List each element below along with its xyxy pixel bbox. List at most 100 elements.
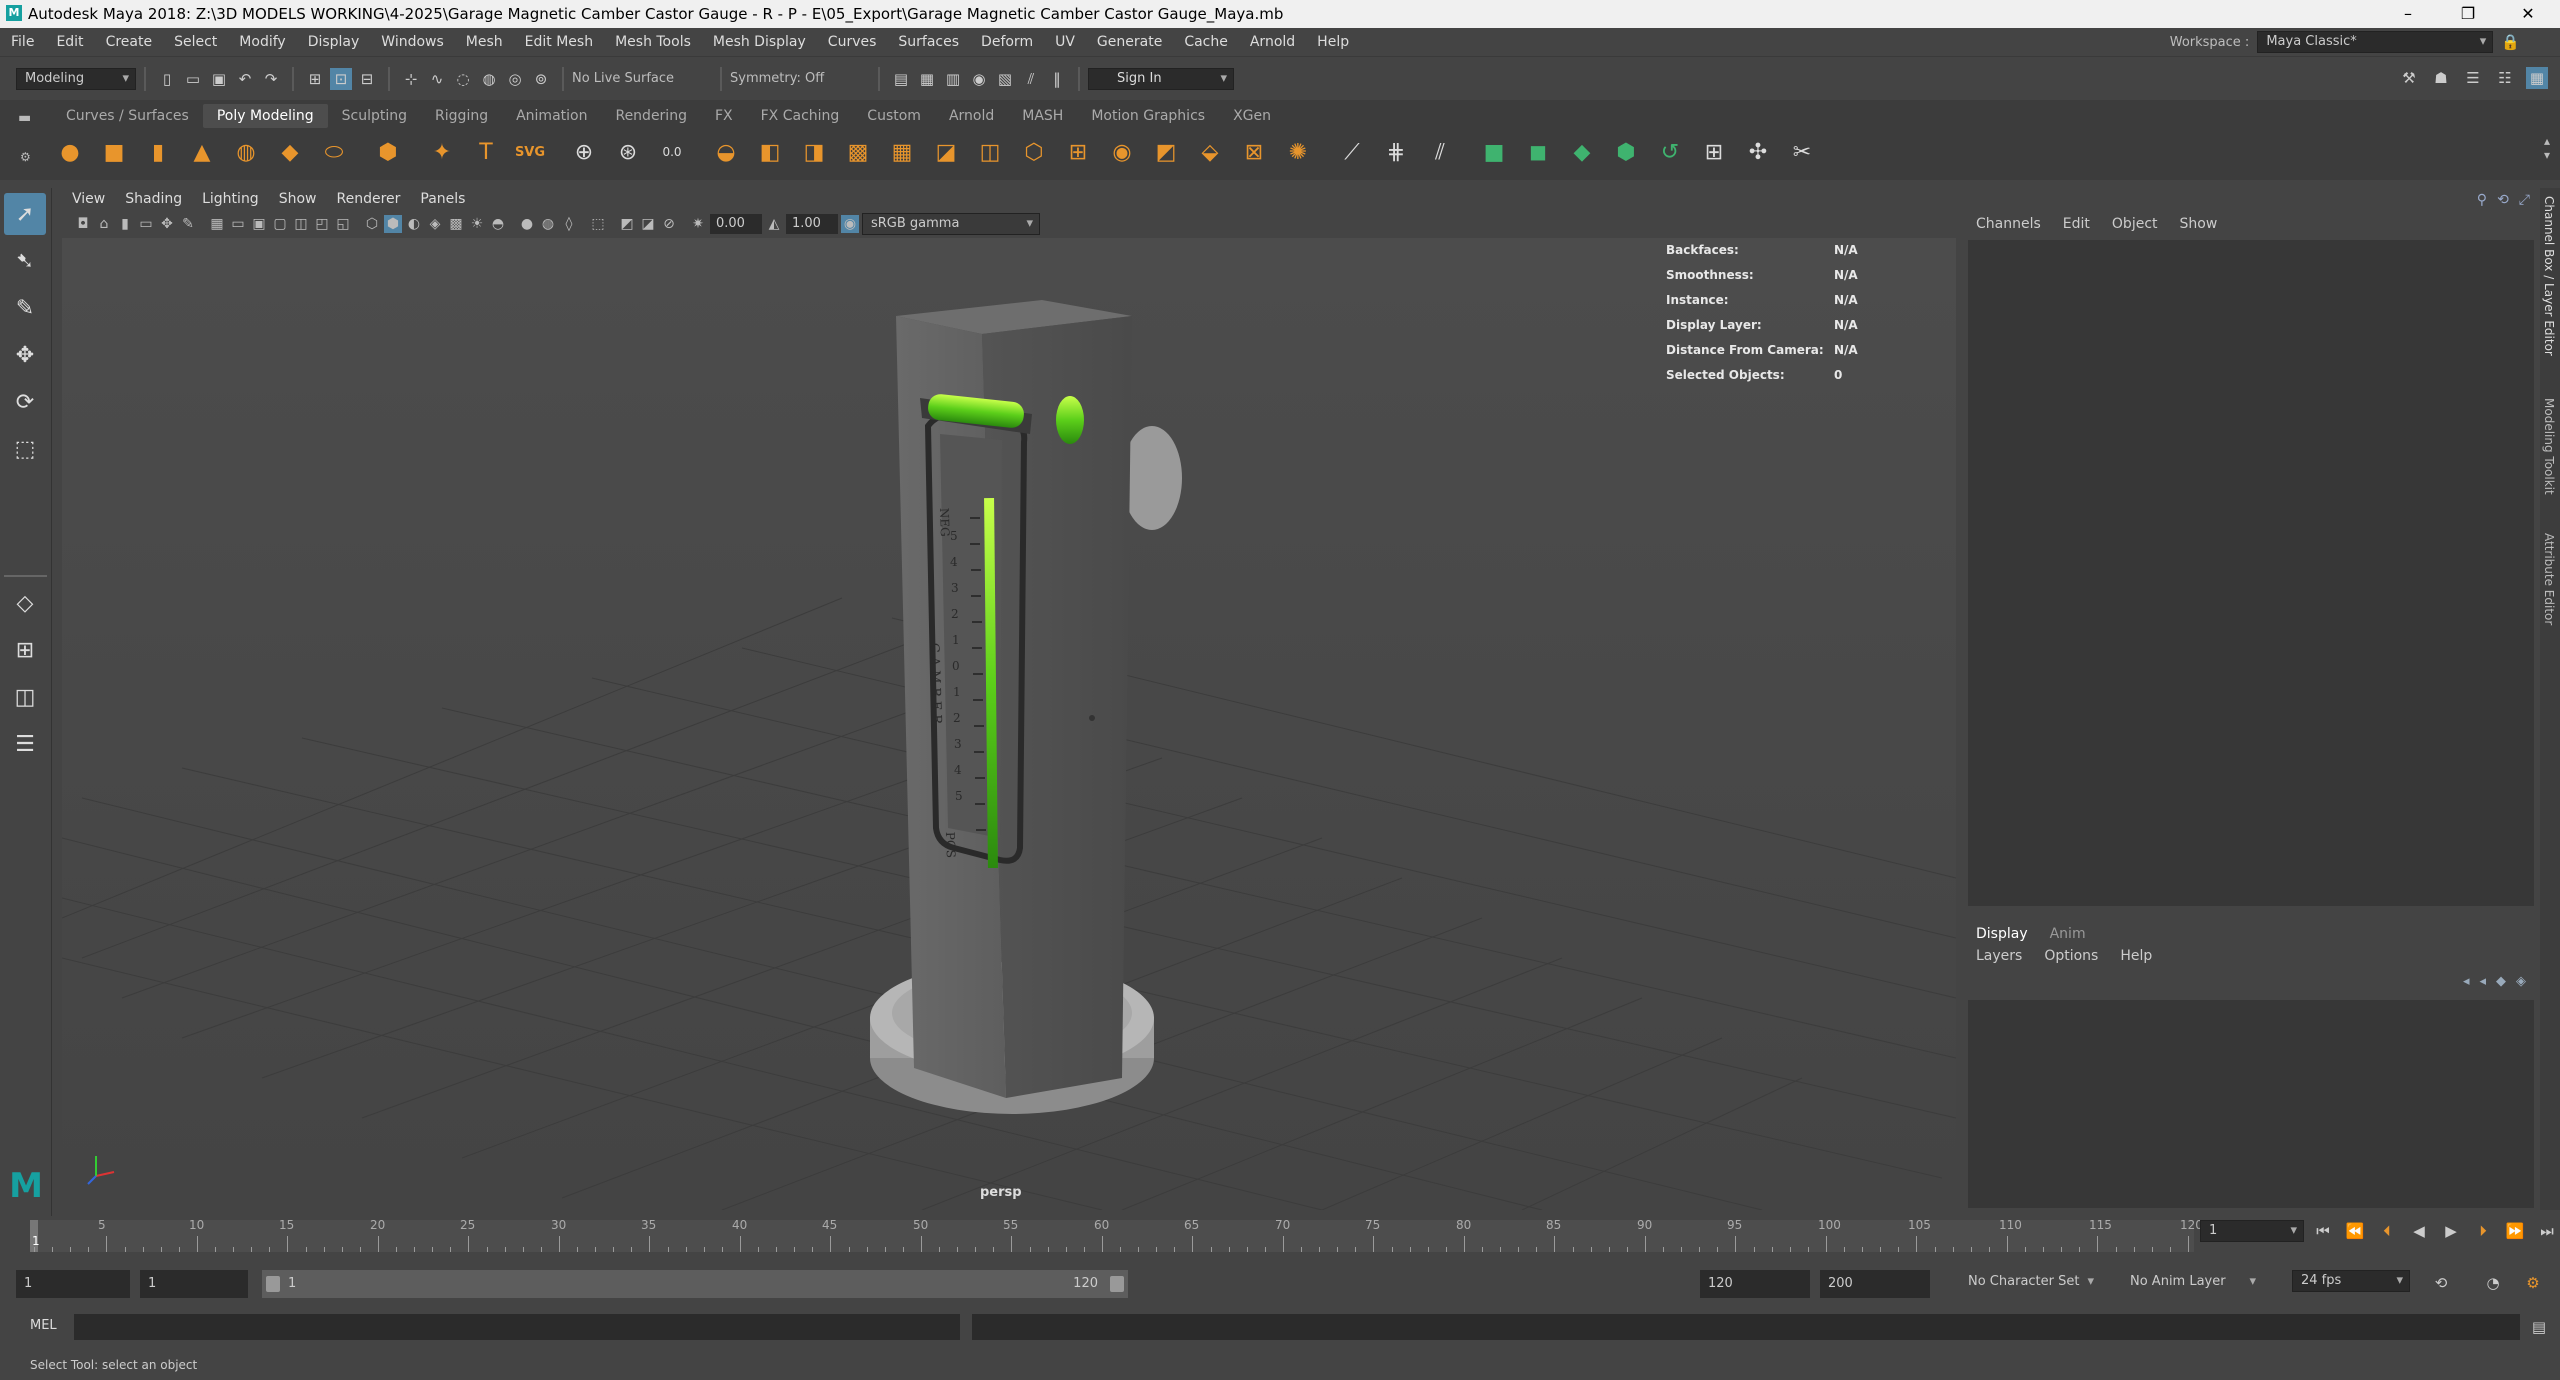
playback-start-field[interactable]: 1 — [140, 1270, 248, 1298]
menu-deform[interactable]: Deform — [970, 28, 1044, 56]
layer-tab-display[interactable]: Display — [1976, 926, 2028, 942]
step-forward-frame-icon[interactable]: ⏵ — [2472, 1220, 2494, 1242]
script-editor-icon[interactable]: ▤ — [2528, 1316, 2550, 1338]
step-forward-key-icon[interactable]: ⏩ — [2504, 1220, 2526, 1242]
move-layer-down-icon[interactable]: ◂ — [2479, 974, 2486, 989]
platonic-solid-icon[interactable]: ⬢ — [370, 134, 406, 170]
poly-disc-icon[interactable]: ⬭ — [316, 134, 352, 170]
rotate-tool-icon[interactable]: ⟳ — [4, 381, 46, 423]
planar-uv-icon[interactable]: ■ — [1476, 134, 1512, 170]
use-all-lights-icon[interactable]: ☀ — [468, 215, 486, 233]
menu-arnold[interactable]: Arnold — [1239, 28, 1306, 56]
poly-sphere-icon[interactable]: ● — [52, 134, 88, 170]
anim-layer-dropdown[interactable]: No Anim Layer — [2122, 1272, 2262, 1294]
move-tool-icon[interactable]: ✥ — [4, 334, 46, 376]
minimize-button[interactable]: – — [2380, 0, 2436, 28]
shelf-tab-curves-surfaces[interactable]: Curves / Surfaces — [52, 104, 203, 128]
channel-box-menu-object[interactable]: Object — [2112, 216, 2158, 232]
menu-uv[interactable]: UV — [1044, 28, 1086, 56]
shelf-tab-custom[interactable]: Custom — [853, 104, 935, 128]
side-tab-attribute-editor[interactable]: Attribute Editor — [2542, 533, 2556, 625]
safe-action-icon[interactable]: ◰ — [313, 215, 331, 233]
menu-mesh-tools[interactable]: Mesh Tools — [604, 28, 702, 56]
sign-in-dropdown[interactable]: Sign In — [1088, 67, 1234, 90]
four-view-layout-icon[interactable]: ⊞ — [4, 629, 46, 671]
hypershade-icon[interactable]: ◉ — [968, 68, 990, 90]
ipr-render-icon[interactable]: ▦ — [916, 68, 938, 90]
new-scene-icon[interactable]: ▯ — [156, 68, 178, 90]
new-layer-selected-icon[interactable]: ◈ — [2516, 974, 2526, 989]
shelf-tab-animation[interactable]: Animation — [502, 104, 601, 128]
menu-help[interactable]: Help — [1306, 28, 1360, 56]
gate-mask-icon[interactable]: ▢ — [271, 215, 289, 233]
command-language-label[interactable]: MEL — [30, 1318, 57, 1333]
character-controls-icon[interactable]: ☗ — [2430, 67, 2452, 89]
menu-edit[interactable]: Edit — [45, 28, 94, 56]
snap-grid-icon[interactable]: ⊹ — [400, 68, 422, 90]
select-camera-icon[interactable]: ◘ — [74, 215, 92, 233]
shelf-tab-xgen[interactable]: XGen — [1219, 104, 1285, 128]
channel-box-toggle-icon[interactable]: ▦ — [2526, 67, 2548, 89]
cut-uv-icon[interactable]: ✂ — [1784, 134, 1820, 170]
side-tab-modeling-toolkit[interactable]: Modeling Toolkit — [2542, 398, 2556, 495]
layer-menu-help[interactable]: Help — [2120, 948, 2152, 964]
range-slider[interactable]: 1 120 — [262, 1270, 1128, 1298]
render-settings-icon[interactable]: ▥ — [942, 68, 964, 90]
poly-torus-icon[interactable]: ◍ — [228, 134, 264, 170]
move-layer-up-icon[interactable]: ◂ — [2463, 974, 2470, 989]
open-scene-icon[interactable]: ▭ — [182, 68, 204, 90]
sync-icon[interactable]: ⟲ — [2497, 192, 2509, 208]
bevel-edge-icon[interactable]: ⊠ — [1236, 134, 1272, 170]
quad-draw-icon[interactable]: ⫽ — [1422, 134, 1458, 170]
side-tab-channel-box[interactable]: Channel Box / Layer Editor — [2542, 196, 2556, 356]
svg-icon[interactable]: SVG — [512, 134, 548, 170]
poly-cube-icon[interactable]: ■ — [96, 134, 132, 170]
pause-icon[interactable]: ‖ — [1046, 68, 1068, 90]
camera-attributes-icon[interactable]: ⌂ — [95, 215, 113, 233]
animation-start-field[interactable]: 1 — [16, 1270, 130, 1298]
shelf-tab-rigging[interactable]: Rigging — [421, 104, 502, 128]
menu-mesh-display[interactable]: Mesh Display — [702, 28, 817, 56]
anti-aliasing-icon[interactable]: ◊ — [560, 215, 578, 233]
lasso-tool-icon[interactable]: ➷ — [4, 240, 46, 282]
restore-button[interactable]: ❐ — [2440, 0, 2496, 28]
uv-toolkit-icon[interactable]: ✣ — [1740, 134, 1776, 170]
paint-select-tool-icon[interactable]: ✎ — [4, 287, 46, 329]
resolution-gate-icon[interactable]: ▣ — [250, 215, 268, 233]
channel-box-menu-show[interactable]: Show — [2180, 216, 2218, 232]
outliner-icon[interactable]: ☰ — [4, 723, 46, 765]
symmetry-dropdown[interactable]: Symmetry: Off — [730, 71, 870, 86]
shelf-options-icon[interactable]: ▬ — [18, 110, 31, 126]
grid-icon[interactable]: ▦ — [208, 215, 226, 233]
menu-file[interactable]: File — [0, 28, 45, 56]
channel-box-menu-edit[interactable]: Edit — [2063, 216, 2090, 232]
menu-modify[interactable]: Modify — [228, 28, 296, 56]
close-button[interactable]: ✕ — [2500, 0, 2556, 28]
new-layer-icon[interactable]: ◆ — [2496, 974, 2506, 989]
mirror-icon[interactable]: ◪ — [928, 134, 964, 170]
shelf-tab-mash[interactable]: MASH — [1008, 104, 1077, 128]
smooth-shade-icon[interactable]: ⬢ — [384, 215, 402, 233]
live-surface-label[interactable]: No Live Surface — [572, 71, 712, 86]
poly-cone-icon[interactable]: ▲ — [184, 134, 220, 170]
separate-icon[interactable]: ◧ — [752, 134, 788, 170]
go-to-end-icon[interactable]: ⏭ — [2536, 1220, 2558, 1242]
shelf-gear-icon[interactable]: ⚙ — [20, 150, 31, 164]
super-shape-icon[interactable]: ✦ — [424, 134, 460, 170]
field-chart-icon[interactable]: ◫ — [292, 215, 310, 233]
two-d-pan-zoom-icon[interactable]: ✥ — [158, 215, 176, 233]
insert-edge-loop-icon[interactable]: ⋕ — [1378, 134, 1414, 170]
character-set-dropdown[interactable]: No Character Set — [1960, 1272, 2100, 1294]
shadows-icon[interactable]: ◓ — [489, 215, 507, 233]
animation-end-field[interactable]: 200 — [1820, 1270, 1930, 1298]
spherical-uv-icon[interactable]: ◆ — [1564, 134, 1600, 170]
bevel-icon[interactable]: ◉ — [1104, 134, 1140, 170]
time-slider[interactable]: 1 5 10 15 20 25 30 35 40 45 50 55 60 65 70 75 80 85 90 95 1… — [0, 1216, 2560, 1256]
wireframe-icon[interactable]: ⬡ — [363, 215, 381, 233]
multi-cut-icon[interactable]: ⟋ — [1334, 134, 1370, 170]
image-plane-icon[interactable]: ▭ — [137, 215, 155, 233]
target-weld-icon[interactable]: ⊛ — [610, 134, 646, 170]
cylindrical-uv-icon[interactable]: ◼ — [1520, 134, 1556, 170]
combine-icon[interactable]: ◒ — [708, 134, 744, 170]
bookmarks-icon[interactable]: ▮ — [116, 215, 134, 233]
